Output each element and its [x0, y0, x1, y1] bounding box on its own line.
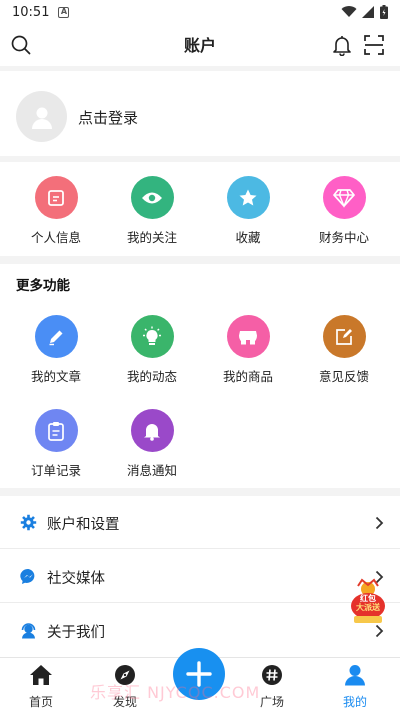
feature-my-products[interactable]: 我的商品	[200, 315, 296, 385]
section-title: 更多功能	[16, 278, 70, 294]
person-icon	[345, 665, 365, 686]
quick-action-finance[interactable]: 财务中心	[296, 176, 392, 246]
edit-icon	[34, 176, 78, 219]
watermark: 乐享汇 NJYCQC.COM	[90, 683, 261, 702]
feature-my-articles[interactable]: 我的文章	[8, 315, 104, 385]
quick-action-label: 财务中心	[318, 230, 369, 245]
feature-notifications[interactable]: 消息通知	[104, 409, 200, 479]
feature-label: 订单记录	[30, 463, 81, 478]
messenger-icon	[20, 568, 35, 584]
quick-action-follow[interactable]: 我的关注	[104, 176, 200, 246]
gear-icon	[20, 514, 37, 531]
clipboard-icon	[34, 409, 78, 452]
wifi-icon	[341, 6, 357, 18]
a-letter-icon: A	[58, 6, 70, 18]
nav-home[interactable]: 首页	[11, 664, 71, 710]
quick-action-profile[interactable]: 个人信息	[8, 176, 104, 246]
quick-action-label: 个人信息	[30, 230, 81, 245]
status-bar: 10:51 A	[0, 0, 400, 24]
status-icons	[341, 5, 388, 19]
feature-label: 意见反馈	[318, 369, 369, 384]
nav-label: 首页	[28, 695, 53, 709]
menu-item-label: 关于我们	[47, 625, 105, 641]
chevron-right-icon	[375, 624, 384, 638]
signal-icon	[362, 6, 374, 18]
feature-label: 我的文章	[30, 369, 81, 384]
settings-menu: 账户和设置 社交媒体 关于我们	[0, 496, 400, 658]
shop-icon	[226, 315, 270, 358]
feature-label: 我的动态	[126, 369, 177, 384]
battery-icon	[380, 5, 388, 19]
feature-label: 消息通知	[126, 463, 177, 478]
user-placeholder-icon	[31, 107, 52, 129]
support-icon	[21, 623, 36, 639]
chevron-right-icon	[375, 516, 384, 530]
avatar[interactable]	[16, 91, 67, 142]
scan-icon[interactable]	[363, 34, 385, 56]
bulb-icon	[130, 315, 174, 358]
menu-item-label: 社交媒体	[47, 571, 105, 587]
nav-label: 我的	[342, 695, 367, 709]
red-packet-promo[interactable]: 红包 大派送	[348, 578, 388, 626]
promo-text: 红包 大派送	[356, 594, 380, 612]
quick-action-favorites[interactable]: 收藏	[200, 176, 296, 246]
feature-feedback[interactable]: 意见反馈	[296, 315, 392, 385]
status-time: 10:51	[12, 4, 50, 20]
login-link[interactable]: 点击登录	[78, 107, 138, 128]
quick-action-label: 收藏	[235, 230, 261, 245]
nav-mine[interactable]: 我的	[325, 664, 385, 710]
hashtag-icon	[262, 665, 282, 685]
feature-my-activity[interactable]: 我的动态	[104, 315, 200, 385]
login-card[interactable]: 点击登录	[0, 71, 400, 156]
more-features: 更多功能 我的文章 我的动态 我的商品 意见反馈 订单记录 消息通知	[0, 264, 400, 488]
feedback-icon	[322, 315, 366, 358]
bell-icon[interactable]	[331, 34, 353, 56]
feature-label: 我的商品	[222, 369, 273, 384]
pencil-icon	[34, 315, 78, 358]
menu-item-social-media[interactable]: 社交媒体	[0, 550, 400, 603]
bell-icon	[130, 409, 174, 452]
quick-actions: 个人信息 我的关注 收藏 财务中心	[0, 162, 400, 256]
menu-item-label: 账户和设置	[47, 517, 120, 533]
app-bar: 账户	[0, 24, 400, 66]
home-icon	[30, 665, 52, 685]
diamond-icon	[322, 176, 366, 219]
feature-orders[interactable]: 订单记录	[8, 409, 104, 479]
eye-icon	[130, 176, 174, 219]
quick-action-label: 我的关注	[126, 230, 177, 245]
menu-item-account-settings[interactable]: 账户和设置	[0, 496, 400, 549]
star-icon	[226, 176, 270, 219]
